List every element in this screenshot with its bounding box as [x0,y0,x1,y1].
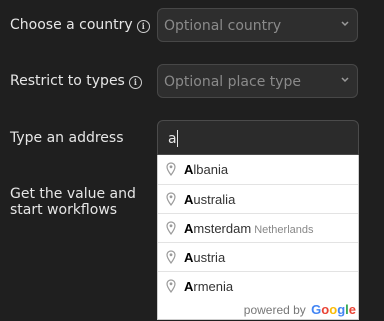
autocomplete-item-name: Australia [184,192,235,207]
autocomplete-item[interactable]: Amsterdam Netherlands [158,213,358,242]
autocomplete-item[interactable]: Australia [158,184,358,213]
autocomplete-item[interactable]: Austria [158,242,358,271]
autocomplete-item-name: Austria [184,250,225,265]
rest-text: rmenia [193,279,234,294]
map-pin-icon [166,221,176,235]
country-select[interactable]: Optional country [157,8,358,42]
country-label: Choose a country i [10,17,150,33]
match-text: A [184,162,194,177]
address-input[interactable]: a [157,120,359,155]
autocomplete-item-name: Albania [184,162,228,177]
rest-text: lbania [193,162,229,177]
powered-by-google: powered by Google [244,302,356,317]
rest-text: msterdam [193,221,252,236]
address-label: Type an address [10,130,124,146]
map-pin-icon [166,162,176,176]
rest-text: ustralia [193,192,236,207]
google-logo: Google [311,302,356,317]
autocomplete-item-name: Armenia [184,279,233,294]
country-placeholder: Optional country [164,18,282,34]
powered-by-text: powered by [243,303,306,317]
types-select[interactable]: Optional place type [157,64,358,98]
autocomplete-dropdown: Albania Australia Amsterdam Netherlands A… [157,155,359,320]
secondary-text: Netherlands [254,224,314,236]
types-label: Restrict to types i [10,73,142,89]
map-pin-icon [166,279,176,293]
country-label-text: Choose a country [10,17,133,33]
chevron-down-icon [341,77,349,83]
match-text: A [184,250,194,265]
text-caret [177,130,178,147]
chevron-down-icon [341,21,349,27]
autocomplete-item-name: Amsterdam Netherlands [184,221,314,236]
rest-text: ustria [193,250,226,265]
workflow-label: Get the value and start workflows [10,186,136,218]
info-icon[interactable]: i [128,76,142,89]
autocomplete-item[interactable]: Albania [158,155,358,184]
map-pin-icon [166,192,176,206]
address-input-value: a [168,131,177,147]
map-pin-icon [166,250,176,264]
match-text: A [184,221,194,236]
workflow-label-line1: Get the value and [10,186,136,202]
match-text: A [184,192,194,207]
types-label-text: Restrict to types [10,73,125,89]
autocomplete-item[interactable]: Armenia [158,271,358,300]
info-icon[interactable]: i [136,20,150,33]
types-placeholder: Optional place type [164,74,302,90]
match-text: A [184,279,194,294]
workflow-label-line2: start workflows [10,202,118,218]
